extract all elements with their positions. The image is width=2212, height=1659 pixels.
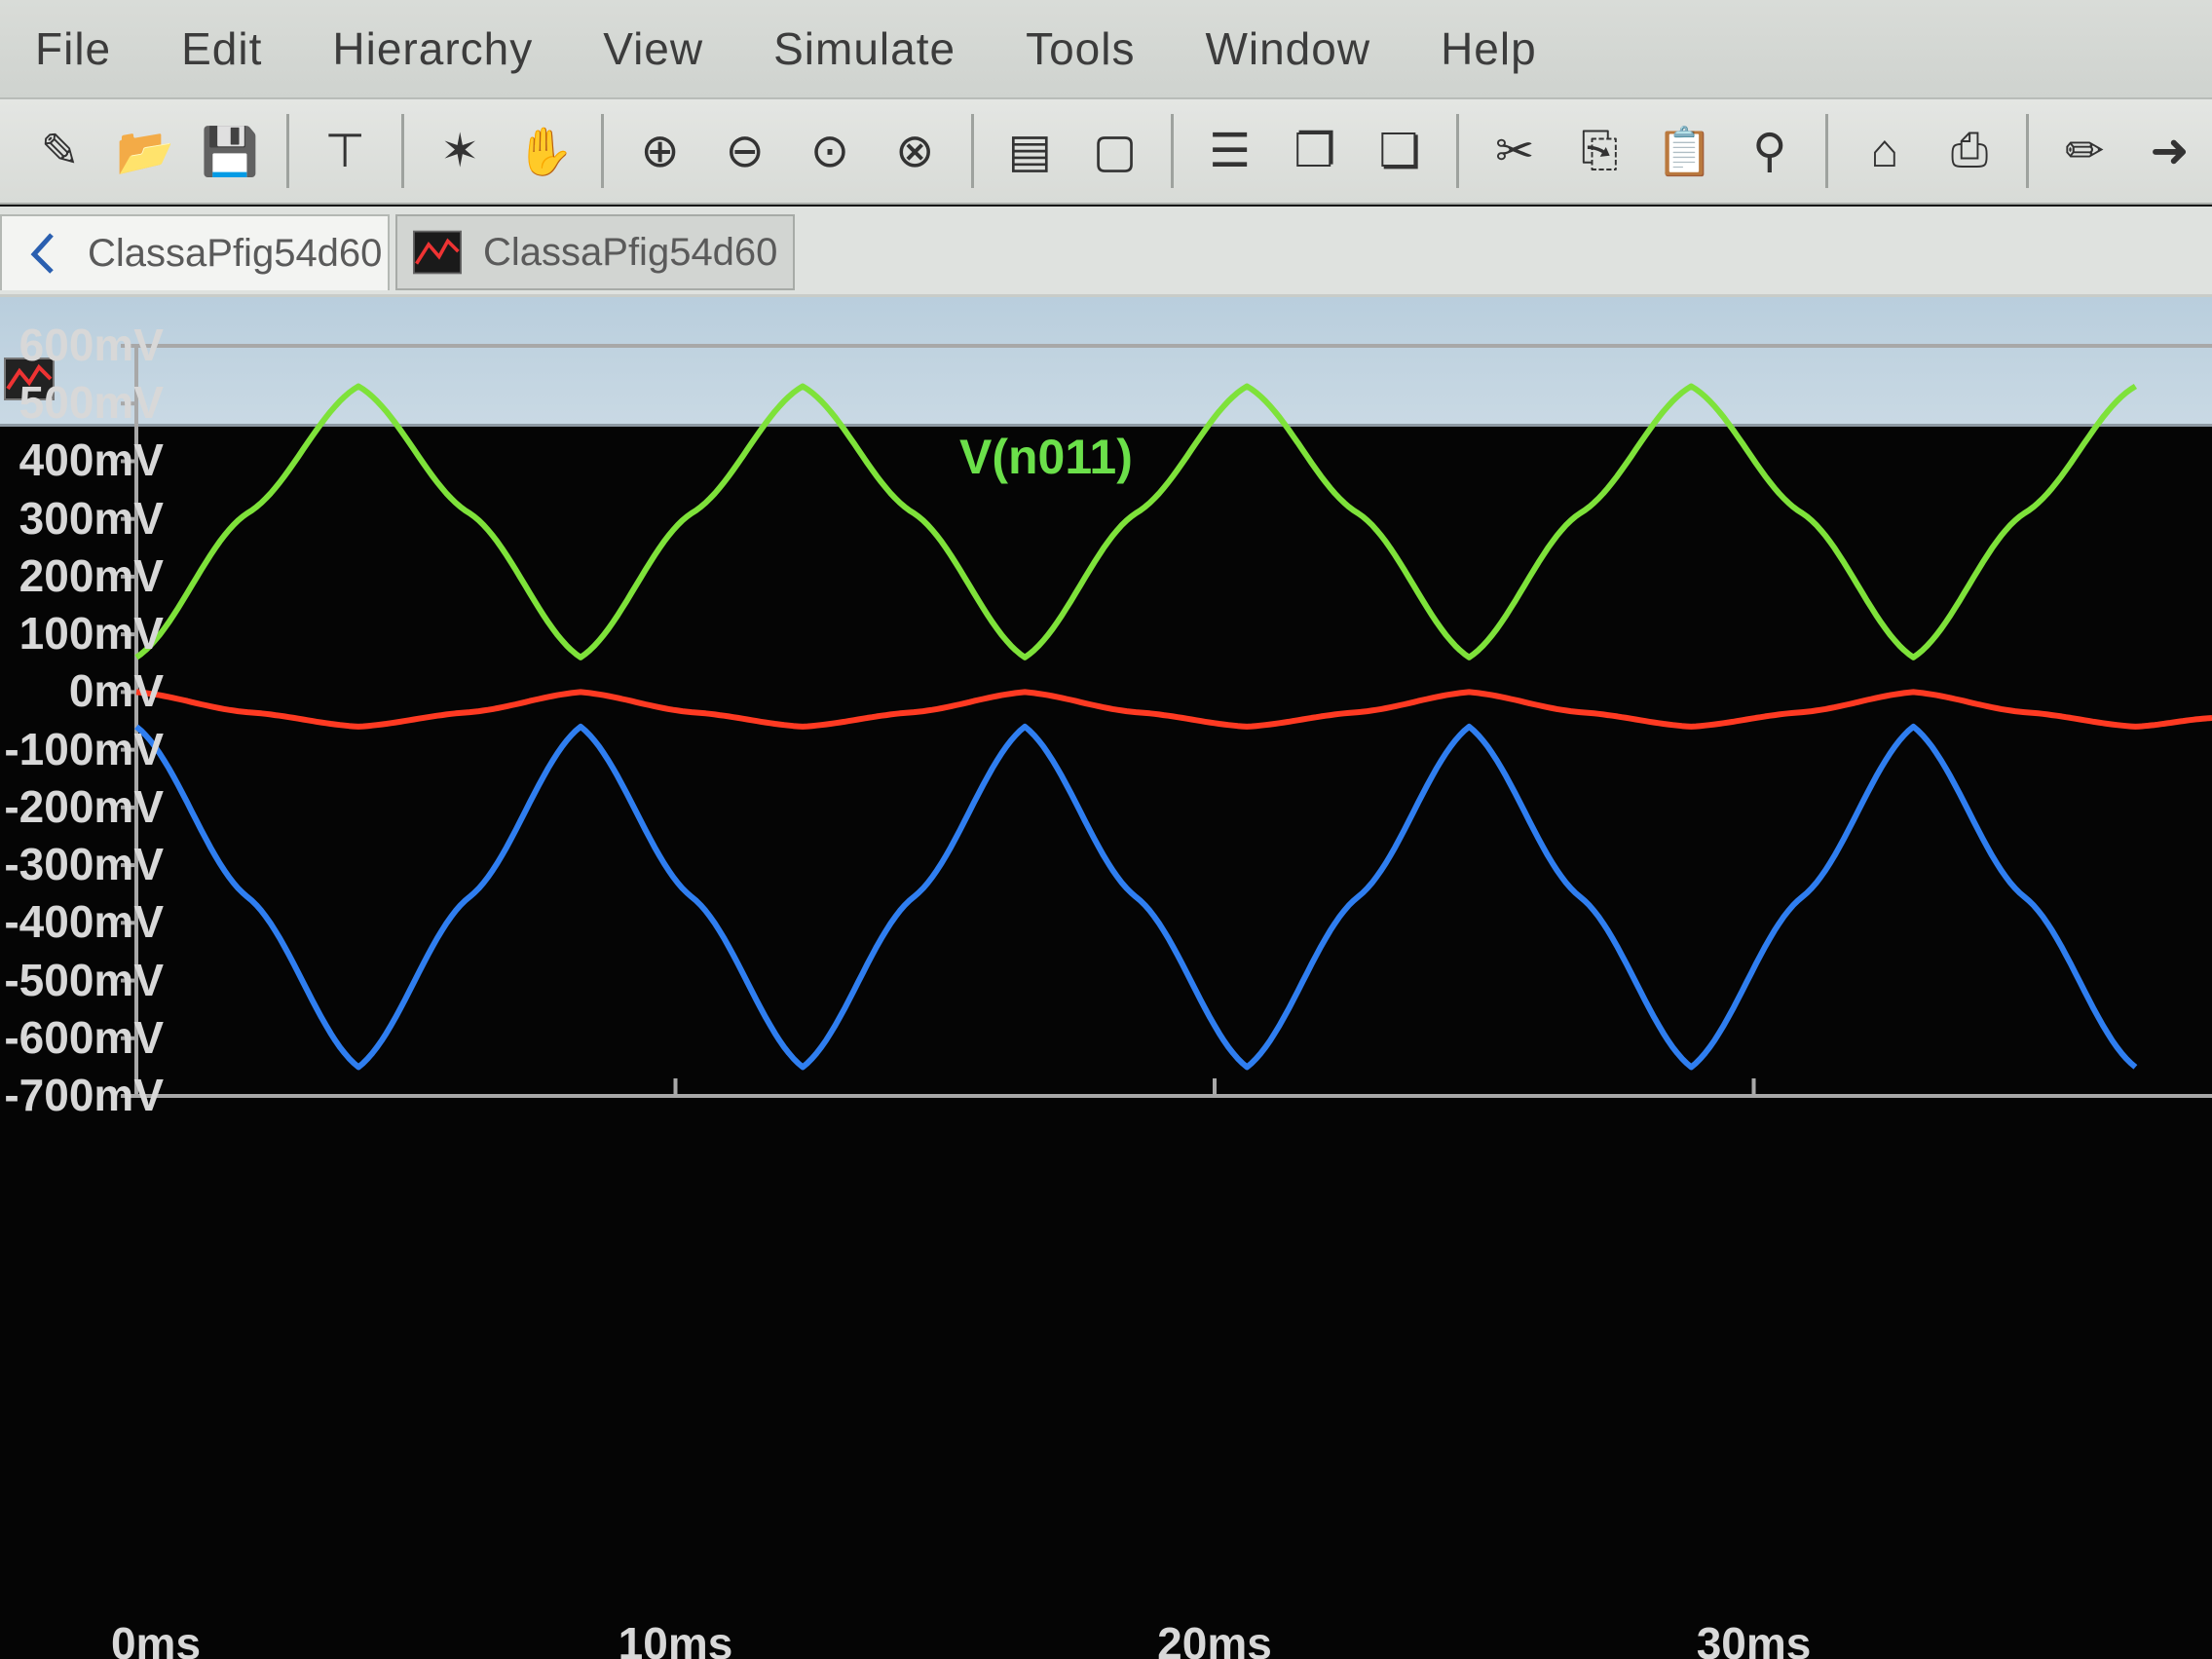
x-tick-label: 30ms [1696,1618,1812,1659]
x-tick-label: 20ms [1157,1618,1272,1659]
y-tick-label: -100mV [4,723,164,774]
x-tick-label: 0ms [110,1618,202,1659]
y-tick-label: -700mV [4,1070,164,1120]
y-tick-label: -300mV [4,839,164,890]
trace-0[interactable] [134,383,2138,660]
y-tick-label: -400mV [4,896,164,948]
y-tick-label: 600mV [19,320,164,370]
y-tick-label: 200mV [19,549,164,601]
plot-frame [134,344,2212,1098]
y-tick-label: -200mV [4,780,164,832]
trace-1[interactable] [135,689,2212,730]
x-tick-label: 10ms [618,1618,733,1659]
y-tick-label: 0mV [68,665,164,717]
trace-label[interactable]: V(n011) [959,429,1133,485]
y-tick-label: 500mV [19,377,164,429]
y-tick-label: 400mV [19,434,164,486]
trace-2[interactable] [134,723,2138,1071]
y-tick-label: -500mV [4,954,164,1005]
waveform-chart[interactable] [0,0,2212,1659]
y-tick-label: 300mV [19,492,164,544]
y-tick-label: 100mV [19,608,164,660]
ltspice-window: File Edit Hierarchy View Simulate Tools Window… [0,0,2212,1659]
y-tick-label: -600mV [4,1011,164,1063]
